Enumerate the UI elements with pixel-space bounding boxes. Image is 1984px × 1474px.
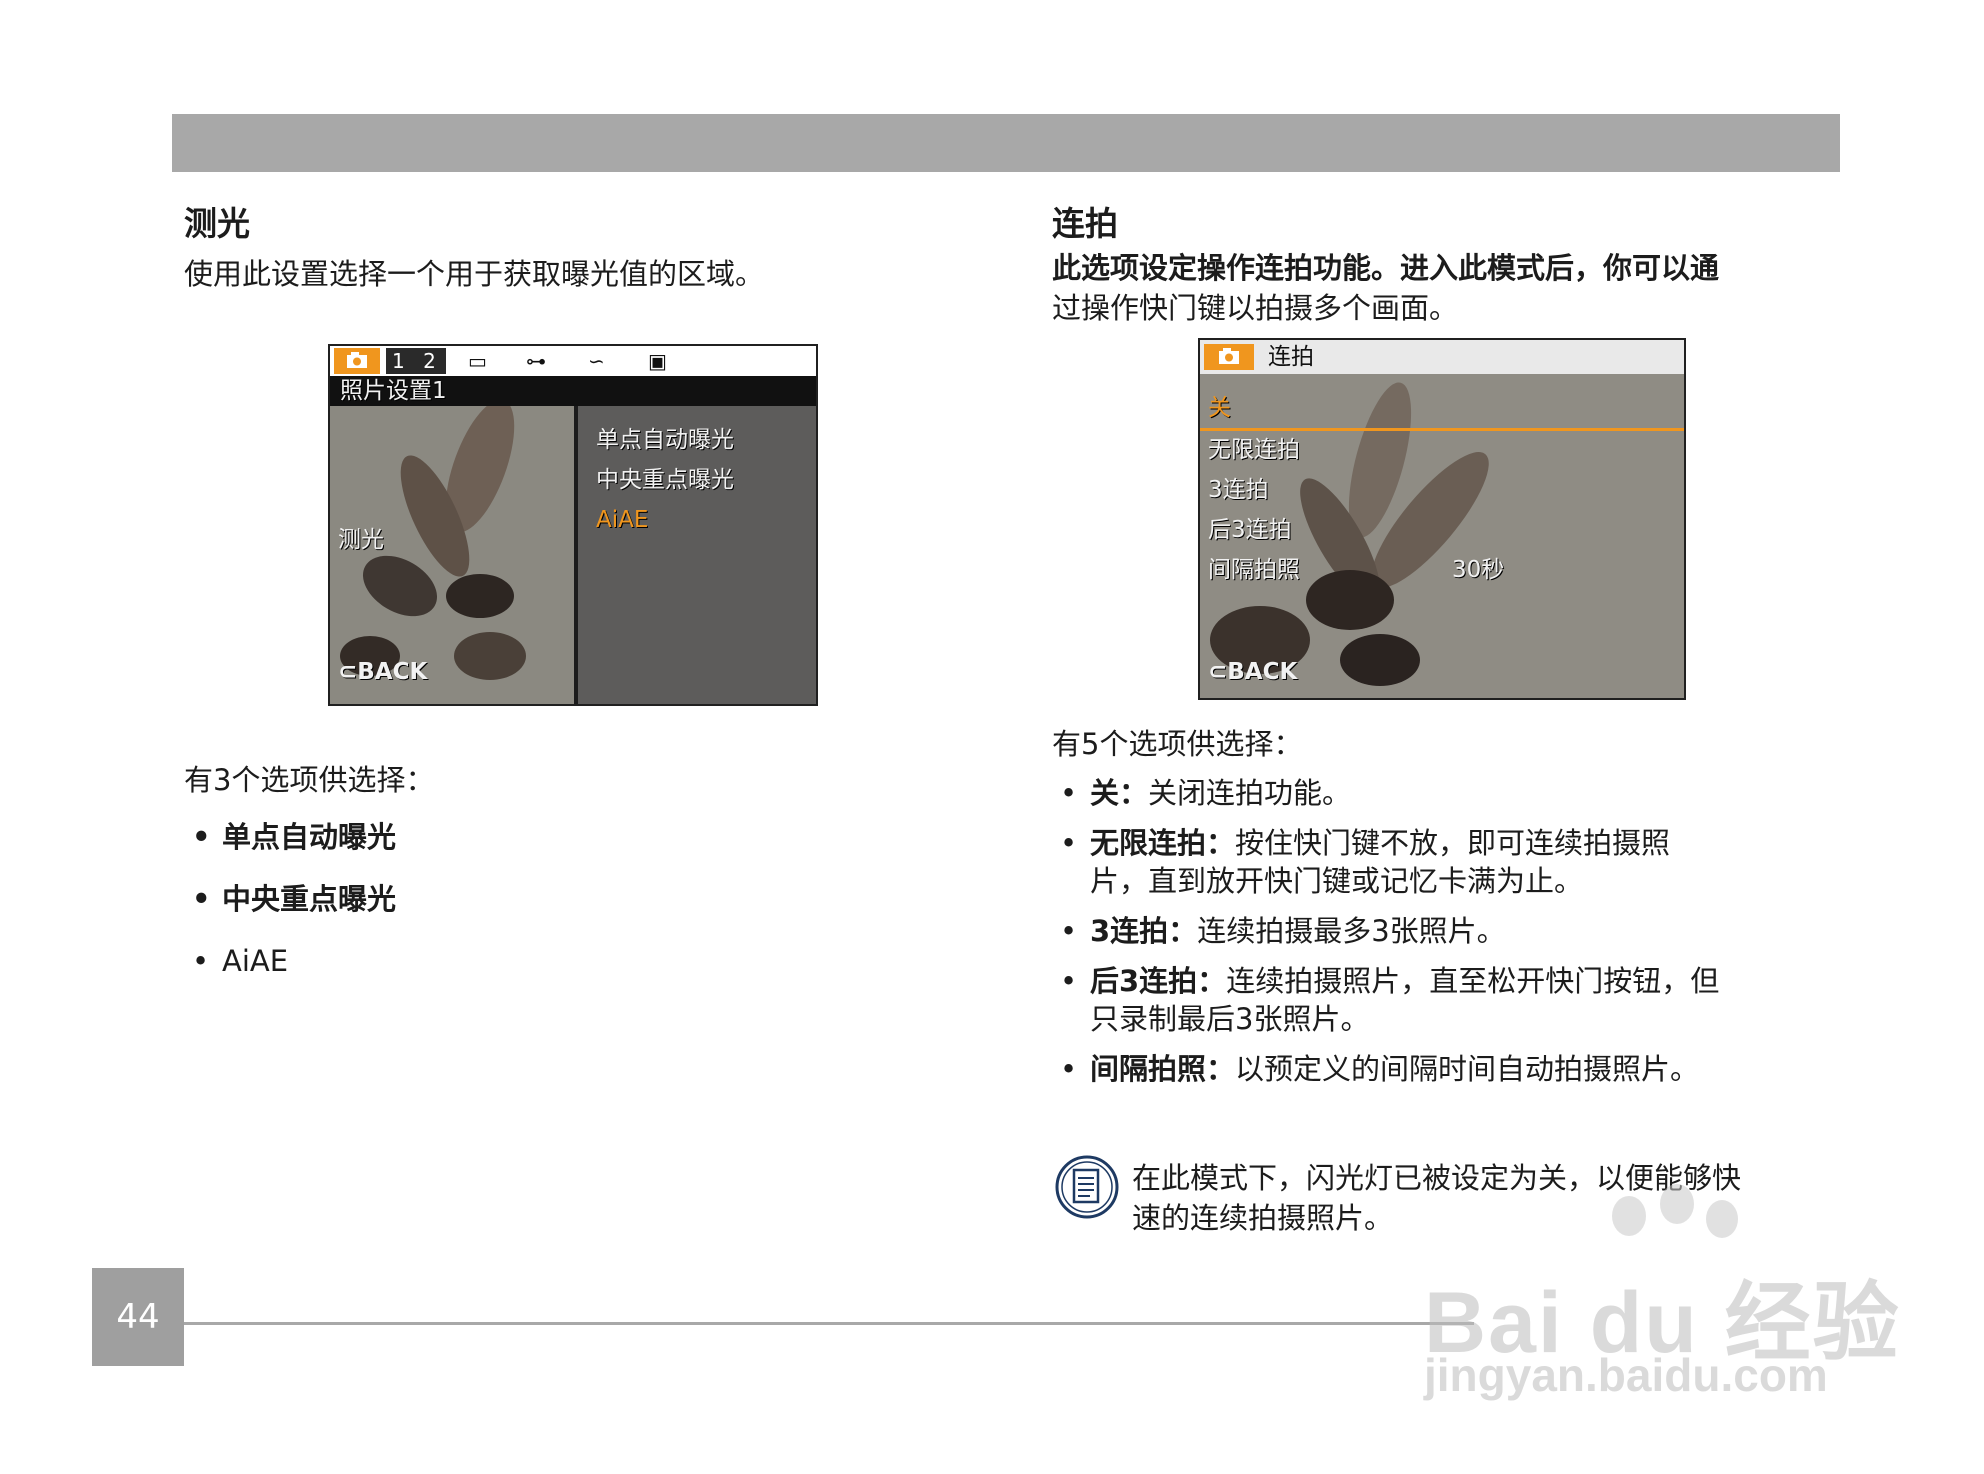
option-desc: 只录制最后3张照片。 (1090, 1002, 1370, 1036)
camera-icon (1204, 344, 1254, 370)
metering-menu: 单点自动曝光 中央重点曝光 AiAE (578, 406, 816, 704)
tab-numbers: 1 2 (386, 348, 446, 374)
note-line: 在此模式下，闪光灯已被设定为关，以便能够快 (1132, 1161, 1742, 1195)
options-intro: 有5个选项供选择： (1052, 727, 1303, 761)
note-line: 速的连续拍摄照片。 (1132, 1201, 1394, 1235)
wave-icon: ∽ (588, 349, 605, 373)
interval-value: 30秒 (1452, 557, 1505, 583)
menu-item-unlimited[interactable]: 无限连拍 (1208, 436, 1300, 464)
menu-header: 连拍 (1200, 340, 1684, 374)
frame-icon: ▭ (468, 349, 487, 373)
back-arrow-icon: ⊂ (1208, 659, 1228, 685)
section-title: 连拍 (1052, 204, 1118, 243)
option-term: 间隔拍照： (1090, 1052, 1236, 1086)
page-number: 44 (92, 1268, 184, 1366)
option-term: 3连拍： (1090, 914, 1198, 948)
description-line2: 过操作快门键以拍摄多个画面。 (1052, 291, 1459, 325)
option-desc: 关闭连拍功能。 (1148, 776, 1352, 810)
watermark-paw (1612, 1196, 1646, 1236)
list-item: AiAE (184, 942, 984, 980)
menu-subtitle: 照片设置1 (330, 376, 816, 406)
options-intro: 有3个选项供选择： (184, 763, 435, 797)
footer-line (184, 1322, 1474, 1325)
menu-item-interval[interactable]: 间隔拍照 (1208, 556, 1300, 584)
back-label: BACK (357, 659, 428, 685)
option-desc: 连续拍摄照片，直至松开快门按钮，但 (1226, 964, 1720, 998)
burst-options: 有5个选项供选择： 关：关闭连拍功能。 无限连拍：按住快门键不放，即可连续拍摄照… (1052, 724, 1842, 1088)
back-button[interactable]: ⊂BACK (338, 658, 427, 686)
camera-screen-burst: 连拍 关 无限连拍 3连拍 后3连拍 间隔拍照 30秒 ⊂BACK (1198, 338, 1686, 700)
menu-item-spot[interactable]: 单点自动曝光 (596, 426, 734, 454)
watermark-paw (1706, 1200, 1738, 1238)
watermark-url: jingyan.baidu.com (1424, 1349, 1828, 1401)
section-description: 使用此设置选择一个用于获取曝光值的区域。 (184, 257, 765, 291)
option-term: 关： (1090, 776, 1149, 810)
header-bar (172, 114, 1840, 172)
watermark-paw (1660, 1184, 1694, 1224)
key-icon: ⊶ (526, 349, 546, 373)
option-desc: 以预定义的间隔时间自动拍摄照片。 (1235, 1052, 1700, 1086)
list-item: 3连拍：连续拍摄最多3张照片。 (1052, 912, 1842, 950)
menu-item-last3[interactable]: 后3连拍 (1208, 516, 1292, 544)
playback-icon: ▣ (648, 349, 667, 373)
note-icon (1054, 1154, 1120, 1224)
option-term: 无限连拍： (1090, 826, 1236, 860)
list-item: 中央重点曝光 (184, 880, 984, 918)
list-item: 无限连拍：按住快门键不放，即可连续拍摄照片，直到放开快门键或记忆卡满为止。 (1052, 824, 1842, 900)
camera-screen-metering: 1 2 ▭ ⊶ ∽ ▣ 照片设置1 测光 ⊂BACK 单点自动曝光 中央重点曝光… (328, 344, 818, 706)
list-item: 单点自动曝光 (184, 818, 984, 856)
menu-item-center[interactable]: 中央重点曝光 (596, 466, 734, 494)
option-term: 后3连拍： (1090, 964, 1227, 998)
camera-icon (334, 348, 380, 374)
option-desc: 连续拍摄最多3张照片。 (1197, 914, 1506, 948)
back-button[interactable]: ⊂BACK (1208, 658, 1297, 686)
flower-photo: 测光 ⊂BACK (330, 406, 574, 704)
metering-options: 有3个选项供选择： 单点自动曝光 中央重点曝光 AiAE (184, 760, 984, 980)
menu-item-off[interactable]: 关 (1208, 394, 1231, 422)
metering-section: 测光 使用此设置选择一个用于获取曝光值的区域。 (184, 200, 984, 294)
back-arrow-icon: ⊂ (338, 659, 358, 685)
section-description: 此选项设定操作连拍功能。进入此模式后，你可以通 过操作快门键以拍摄多个画面。 (1052, 248, 1832, 328)
option-desc: 按住快门键不放，即可连续拍摄照 (1235, 826, 1671, 860)
list-item: 后3连拍：连续拍摄照片，直至松开快门按钮，但只录制最后3张照片。 (1052, 962, 1842, 1038)
selection-highlight (1200, 428, 1684, 431)
options-list: 单点自动曝光 中央重点曝光 AiAE (184, 818, 984, 980)
item-label: 测光 (338, 527, 384, 553)
list-item: 间隔拍照：以预定义的间隔时间自动拍摄照片。 (1052, 1050, 1842, 1088)
menu-title: 连拍 (1268, 344, 1314, 370)
menu-item-3burst[interactable]: 3连拍 (1208, 476, 1269, 504)
section-title: 测光 (184, 204, 250, 243)
menu-item-aiae[interactable]: AiAE (596, 506, 648, 534)
burst-section: 连拍 此选项设定操作连拍功能。进入此模式后，你可以通 过操作快门键以拍摄多个画面… (1052, 200, 1832, 328)
options-list: 关：关闭连拍功能。 无限连拍：按住快门键不放，即可连续拍摄照片，直到放开快门键或… (1052, 774, 1842, 1088)
description-line1: 此选项设定操作连拍功能。进入此模式后，你可以通 (1052, 251, 1720, 285)
tab-strip: 1 2 ▭ ⊶ ∽ ▣ (330, 346, 816, 376)
option-desc: 片，直到放开快门键或记忆卡满为止。 (1090, 864, 1584, 898)
subtitle-text: 照片设置1 (340, 378, 447, 404)
list-item: 关：关闭连拍功能。 (1052, 774, 1842, 812)
back-label: BACK (1227, 659, 1298, 685)
